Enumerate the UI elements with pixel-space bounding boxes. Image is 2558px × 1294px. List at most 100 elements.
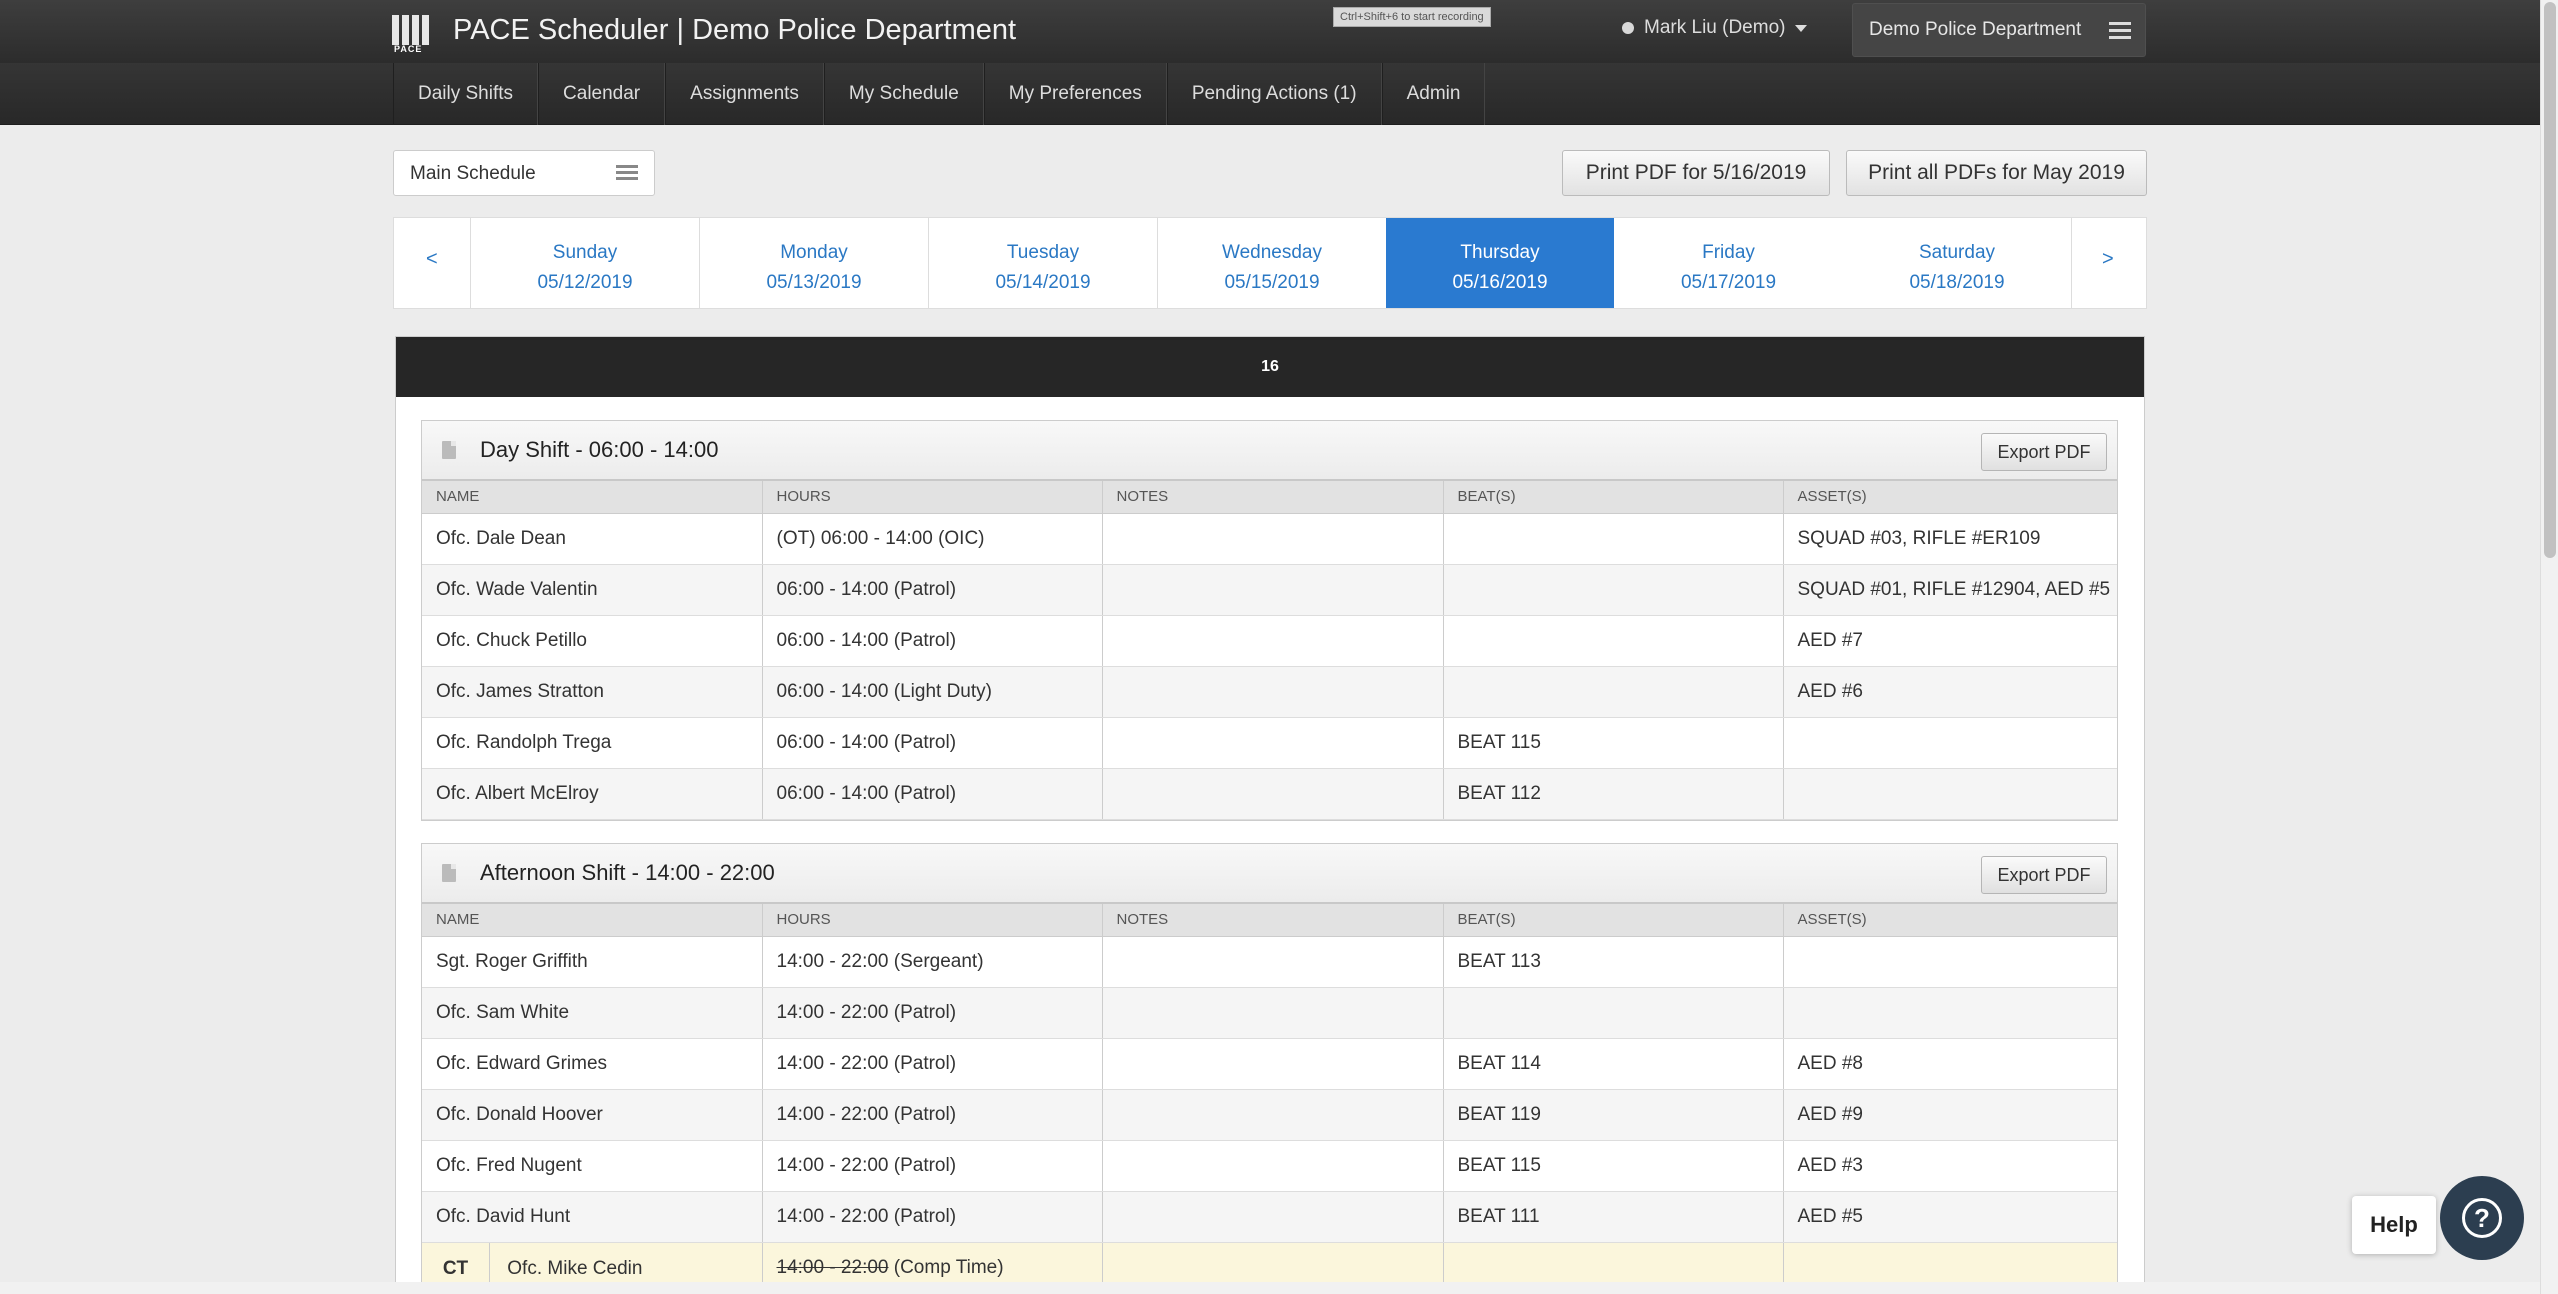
hamburger-icon xyxy=(2109,22,2131,43)
column-header[interactable]: BEAT(S) xyxy=(1443,904,1784,937)
prev-week-button[interactable]: < xyxy=(426,248,438,271)
day-monday[interactable]: Monday 05/13/2019 xyxy=(699,218,928,308)
officer-name: Ofc. Fred Nugent xyxy=(422,1140,763,1192)
shift-hours: 06:00 - 14:00 (Patrol) xyxy=(762,717,1103,769)
shift-hours: 14:00 - 22:00 (Patrol) xyxy=(762,1089,1103,1141)
next-week-button[interactable]: > xyxy=(2102,248,2114,271)
column-header[interactable]: ASSET(S) xyxy=(1783,481,2117,514)
shift-assets xyxy=(1783,717,2117,769)
column-header[interactable]: NAME xyxy=(422,904,763,937)
column-header[interactable]: HOURS xyxy=(762,481,1103,514)
shift-card-afternoon: Afternoon Shift - 14:00 - 22:00 Export P… xyxy=(421,843,2118,1294)
export-pdf-button[interactable]: Export PDF xyxy=(1981,856,2107,894)
document-icon xyxy=(442,441,456,459)
column-header[interactable]: HOURS xyxy=(762,904,1103,937)
schedule-select-value: Main Schedule xyxy=(410,163,536,184)
nav-pending-actions[interactable]: Pending Actions (1) xyxy=(1166,63,1382,125)
officer-name: Ofc. Chuck Petillo xyxy=(422,615,763,667)
app-title[interactable]: PACE Scheduler | Demo Police Department xyxy=(453,14,1016,47)
table-row[interactable]: Ofc. Sam White 14:00 - 22:00 (Patrol) xyxy=(422,987,2117,1039)
department-menu-button[interactable]: Demo Police Department xyxy=(1852,3,2146,57)
shift-notes xyxy=(1102,936,1444,988)
nav-daily-shifts[interactable]: Daily Shifts xyxy=(393,63,539,125)
nav-calendar[interactable]: Calendar xyxy=(538,63,666,125)
shift-notes xyxy=(1102,768,1444,820)
shift-hours: 14:00 - 22:00 (Patrol) xyxy=(762,1038,1103,1090)
table-row[interactable]: Ofc. Edward Grimes 14:00 - 22:00 (Patrol… xyxy=(422,1038,2117,1090)
shift-hours-note: (Comp Time) xyxy=(888,1257,1004,1278)
user-menu[interactable]: Mark Liu (Demo) xyxy=(1622,17,1808,39)
shift-beats: BEAT 115 xyxy=(1443,717,1784,769)
daily-shifts-panel: 16 Day Shift - 06:00 - 14:00 Export PDF … xyxy=(395,336,2145,1294)
officer-name: Ofc. Mike Cedin xyxy=(507,1257,643,1279)
day-name: Sunday xyxy=(552,242,618,263)
nav-admin[interactable]: Admin xyxy=(1381,63,1486,125)
shift-notes xyxy=(1102,513,1444,565)
shift-assets: AED #3 xyxy=(1783,1140,2117,1192)
shift-hours-struck: 14:00 - 22:00 xyxy=(776,1257,889,1278)
shift-title: Afternoon Shift - 14:00 - 22:00 xyxy=(480,860,775,885)
nav-my-preferences[interactable]: My Preferences xyxy=(983,63,1167,125)
main-nav: Daily Shifts Calendar Assignments My Sch… xyxy=(0,63,2540,125)
export-pdf-button[interactable]: Export PDF xyxy=(1981,433,2107,471)
nav-assignments[interactable]: Assignments xyxy=(665,63,824,125)
shift-beats: BEAT 114 xyxy=(1443,1038,1784,1090)
table-row[interactable]: Ofc. Fred Nugent 14:00 - 22:00 (Patrol) … xyxy=(422,1140,2117,1192)
day-thursday[interactable]: Thursday 05/16/2019 xyxy=(1386,218,1614,308)
help-label[interactable]: Help xyxy=(2352,1196,2436,1254)
day-tuesday[interactable]: Tuesday 05/14/2019 xyxy=(928,218,1157,308)
shift-beats: BEAT 111 xyxy=(1443,1191,1784,1243)
table-row[interactable]: Ofc. Donald Hoover 14:00 - 22:00 (Patrol… xyxy=(422,1089,2117,1141)
table-row[interactable]: Ofc. David Hunt 14:00 - 22:00 (Patrol) B… xyxy=(422,1191,2117,1243)
shift-hours: 14:00 - 22:00 (Patrol) xyxy=(762,987,1103,1039)
week-selector: < Sunday 05/12/2019 Monday 05/13/2019 Tu… xyxy=(393,217,2147,309)
officer-name: Ofc. Randolph Trega xyxy=(422,717,763,769)
schedule-select[interactable]: Main Schedule xyxy=(393,150,655,196)
day-wednesday[interactable]: Wednesday 05/15/2019 xyxy=(1157,218,1386,308)
shift-beats xyxy=(1443,666,1784,718)
shift-hours: 06:00 - 14:00 (Patrol) xyxy=(762,768,1103,820)
nav-my-schedule[interactable]: My Schedule xyxy=(823,63,984,125)
shift-card-day: Day Shift - 06:00 - 14:00 Export PDF NAM… xyxy=(421,420,2118,821)
officer-name: Ofc. James Stratton xyxy=(422,666,763,718)
day-name: Tuesday xyxy=(1006,242,1080,263)
logo-text: PACE xyxy=(394,44,423,54)
day-sunday[interactable]: Sunday 05/12/2019 xyxy=(470,218,699,308)
table-row[interactable]: Ofc. Dale Dean (OT) 06:00 - 14:00 (OIC) … xyxy=(422,513,2117,565)
shift-notes xyxy=(1102,564,1444,616)
day-date: 05/17/2019 xyxy=(1680,272,1777,293)
table-row[interactable]: Sgt. Roger Griffith 14:00 - 22:00 (Serge… xyxy=(422,936,2117,988)
day-name: Saturday xyxy=(1918,242,1996,263)
document-icon xyxy=(442,864,456,882)
table-row[interactable]: Ofc. James Stratton 06:00 - 14:00 (Light… xyxy=(422,666,2117,718)
table-row[interactable]: Ofc. Albert McElroy 06:00 - 14:00 (Patro… xyxy=(422,768,2117,820)
shift-assets: AED #5 xyxy=(1783,1191,2117,1243)
column-header[interactable]: BEAT(S) xyxy=(1443,481,1784,514)
print-day-pdf-button[interactable]: Print PDF for 5/16/2019 xyxy=(1562,150,1830,196)
horizontal-scrollbar[interactable] xyxy=(0,1282,2540,1294)
column-header[interactable]: NAME xyxy=(422,481,763,514)
column-header[interactable]: NOTES xyxy=(1102,904,1444,937)
column-header[interactable]: NOTES xyxy=(1102,481,1444,514)
shift-header: Day Shift - 06:00 - 14:00 Export PDF xyxy=(422,421,2117,481)
shift-beats xyxy=(1443,615,1784,667)
status-dot-icon xyxy=(1622,22,1634,34)
table-row[interactable]: Ofc. Chuck Petillo 06:00 - 14:00 (Patrol… xyxy=(422,615,2117,667)
table-row[interactable]: Ofc. Randolph Trega 06:00 - 14:00 (Patro… xyxy=(422,717,2117,769)
print-month-pdfs-button[interactable]: Print all PDFs for May 2019 xyxy=(1846,150,2147,196)
help-question-icon: ? xyxy=(2462,1198,2502,1238)
day-date: 05/12/2019 xyxy=(537,272,633,293)
table-row[interactable]: Ofc. Wade Valentin 06:00 - 14:00 (Patrol… xyxy=(422,564,2117,616)
column-header[interactable]: ASSET(S) xyxy=(1783,904,2117,937)
day-date: 05/14/2019 xyxy=(995,272,1091,293)
shift-notes xyxy=(1102,987,1444,1039)
scrollbar-thumb[interactable] xyxy=(2544,2,2556,558)
vertical-scrollbar[interactable] xyxy=(2540,0,2558,1294)
officer-name: Ofc. Dale Dean xyxy=(422,513,763,565)
shift-notes xyxy=(1102,666,1444,718)
day-friday[interactable]: Friday 05/17/2019 xyxy=(1614,218,1843,308)
shift-assets: SQUAD #01, RIFLE #12904, AED #5 xyxy=(1783,564,2117,616)
day-saturday[interactable]: Saturday 05/18/2019 xyxy=(1843,218,2071,308)
panel-day-title: 16 xyxy=(396,337,2144,397)
help-button[interactable]: ? xyxy=(2440,1176,2524,1260)
